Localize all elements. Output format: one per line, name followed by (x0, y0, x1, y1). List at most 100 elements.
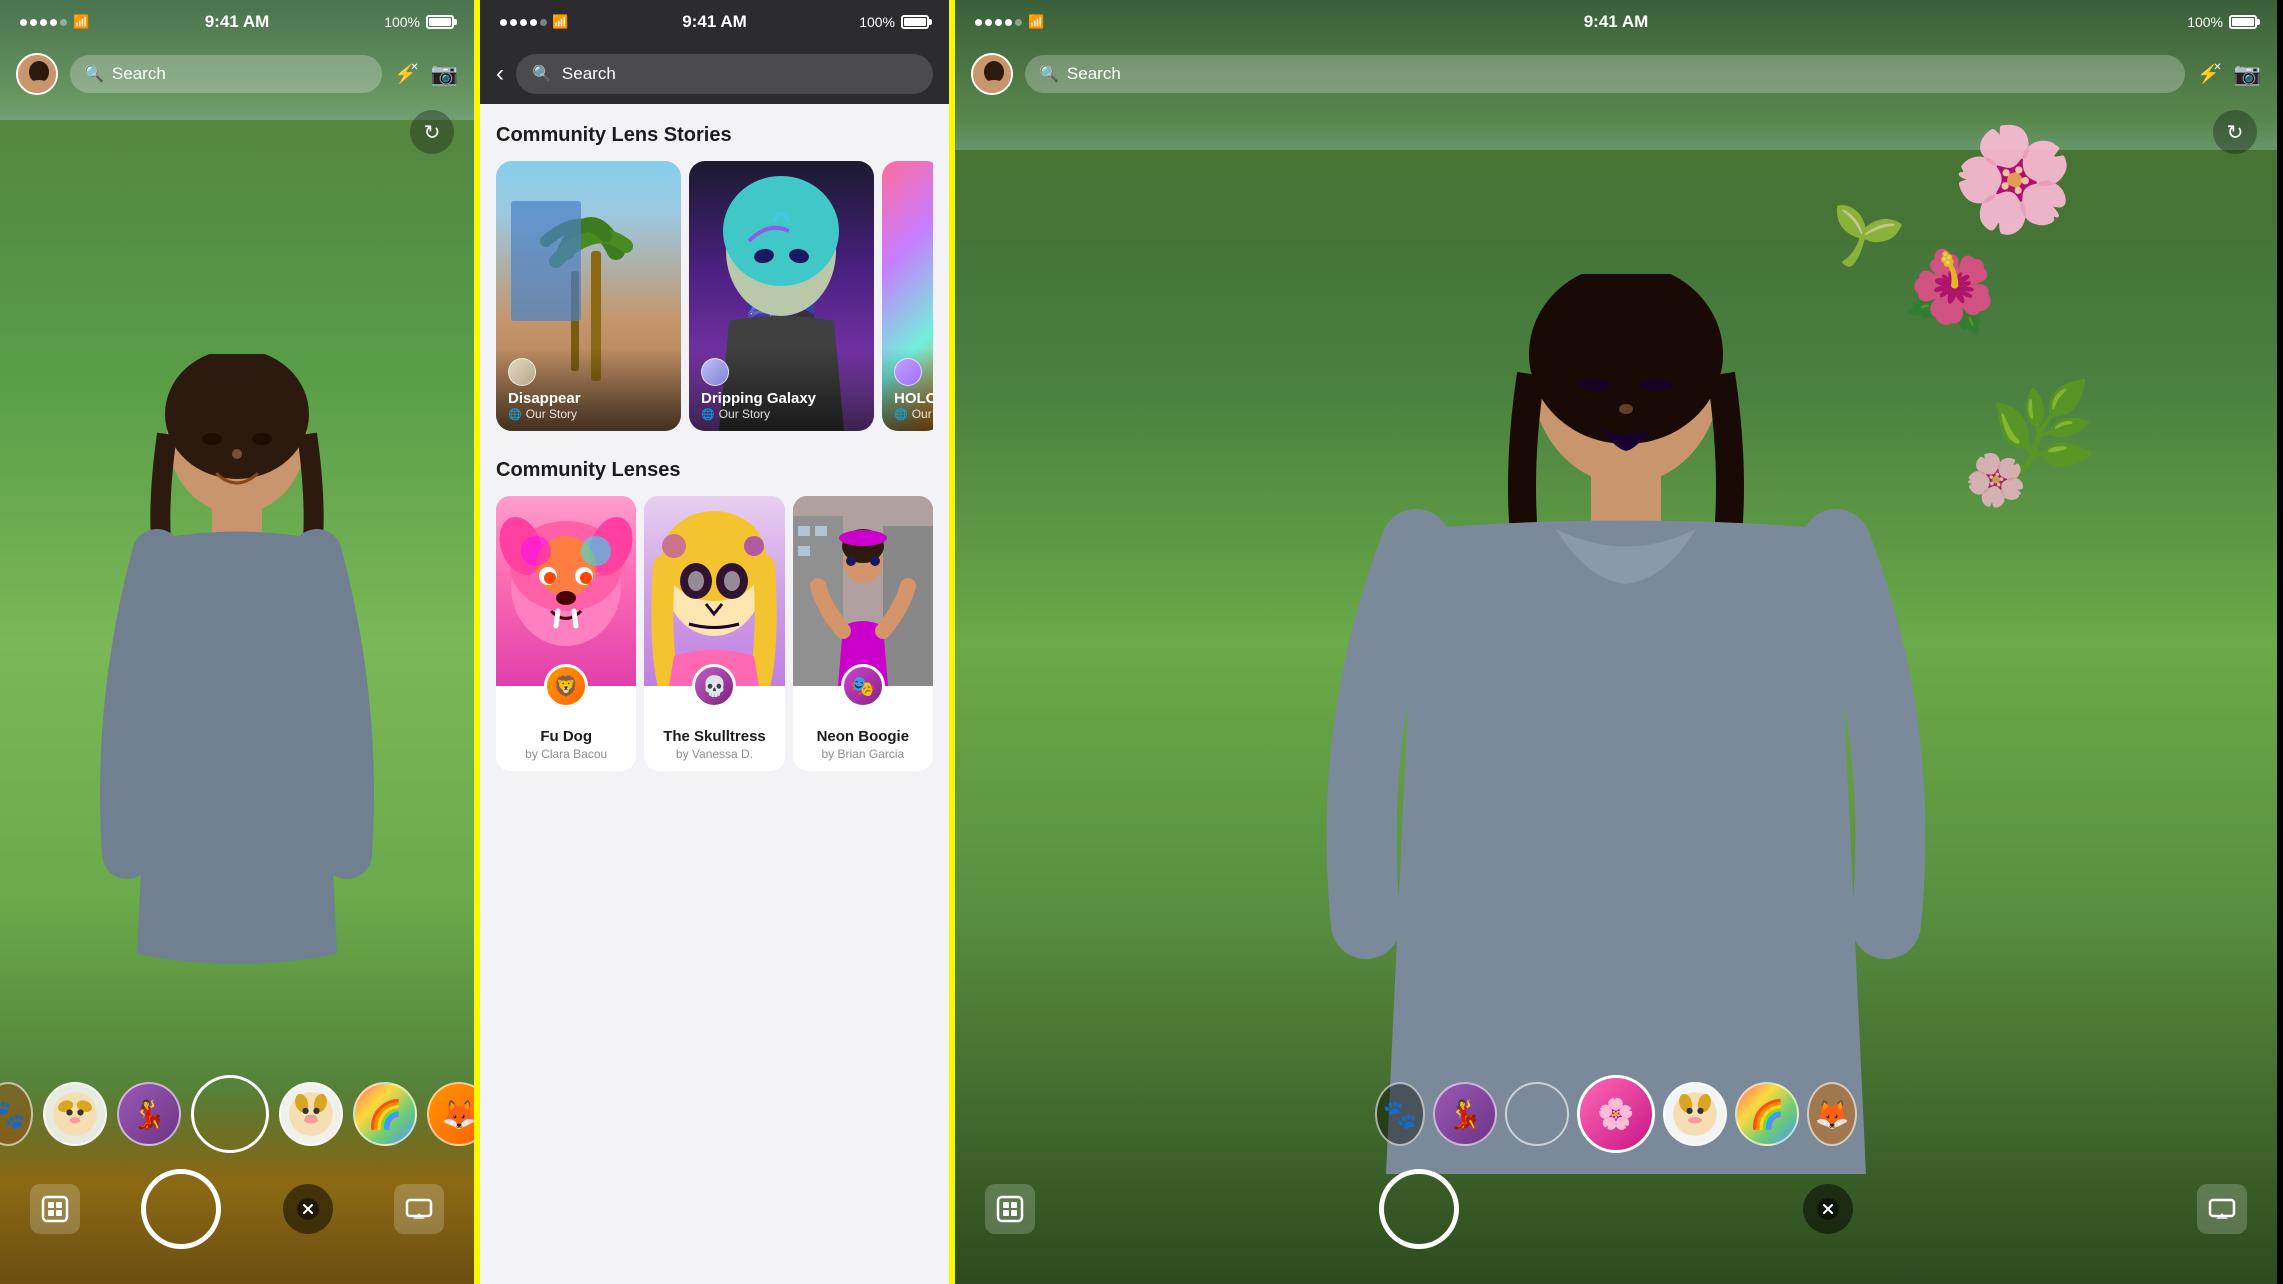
avatar-left[interactable] (16, 53, 58, 95)
chat-button-left[interactable] (394, 1184, 444, 1234)
flip-camera-icon-right[interactable]: 📷 (2234, 61, 2261, 87)
person-silhouette-right (1166, 274, 2066, 1174)
status-time-right: 9:41 AM (1584, 12, 1649, 32)
lens-partial-left-right[interactable]: 🐾 (1375, 1082, 1425, 1146)
battery-icon-middle (901, 15, 929, 29)
lens-purple-right[interactable]: 💃 (1433, 1082, 1497, 1146)
wifi-middle: 📶 (552, 14, 568, 30)
lens-item-purple-dance-left[interactable]: 💃 (117, 1082, 181, 1146)
close-icon-left (297, 1198, 319, 1220)
story-card-galaxy[interactable]: 🌌 (689, 161, 874, 431)
wifi-icon: 📶 (73, 14, 89, 30)
memories-button-right[interactable] (985, 1184, 1035, 1234)
lens-item-partial-left[interactable]: 🐾 (0, 1082, 33, 1146)
memories-button-left[interactable] (30, 1184, 80, 1234)
lens-card-skulltress[interactable]: 💀 The Skulltress by Vanessa D. (644, 496, 784, 771)
search-bar-left[interactable]: 🔍 Search (70, 55, 382, 93)
neon-boogie-name: Neon Boogie (817, 728, 910, 745)
skulltress-author: by Vanessa D. (676, 747, 753, 761)
fudog-avatar: 🦁 (544, 664, 588, 708)
memories-icon-right (996, 1195, 1024, 1223)
lenses-grid: 🦁 Fu Dog by Clara Bacou (496, 496, 933, 771)
story-card-disappear[interactable]: Disappear 🌐 Our Story (496, 161, 681, 431)
signal-right (975, 19, 1022, 26)
lens-item-rainbow-left[interactable]: 🌈 (353, 1082, 417, 1146)
flash-icon-left[interactable]: ⚡✕ (394, 64, 416, 85)
status-bar-right: 📶 9:41 AM 100% (955, 0, 2277, 44)
search-results-panel: 📶 9:41 AM 100% ‹ 🔍 Search Community Lens… (480, 0, 949, 1284)
skulltress-avatar: 💀 (692, 664, 736, 708)
story-card-overlay-disappear: Disappear 🌐 Our Story (496, 348, 681, 431)
story-source-holo: 🌐 Our (894, 407, 930, 421)
section-title-lenses: Community Lenses (496, 459, 933, 482)
globe-icon-galaxy: 🌐 (701, 408, 715, 421)
rotate-lens-button-right[interactable]: ↻ (2213, 110, 2257, 154)
lens-item-dog-snap-left[interactable] (279, 1082, 343, 1146)
rotate-lens-button-left[interactable]: ↻ (410, 110, 454, 154)
wifi-right: 📶 (1028, 14, 1044, 30)
lens-item-plain-active-left[interactable] (191, 1075, 269, 1153)
status-bar-left: 📶 9:41 AM 100% (0, 0, 474, 44)
status-time-left: 9:41 AM (205, 12, 270, 32)
chat-button-right[interactable] (2197, 1184, 2247, 1234)
status-bar-middle: 📶 9:41 AM 100% (480, 0, 949, 44)
battery-icon-right (2229, 15, 2257, 29)
status-left-right: 📶 (975, 14, 1044, 30)
close-icon-right (1817, 1198, 1839, 1220)
chat-icon-right (2208, 1195, 2236, 1223)
bottom-bar-right (955, 1164, 2277, 1284)
back-button-middle[interactable]: ‹ (496, 60, 504, 88)
lens-plain-right[interactable] (1505, 1082, 1569, 1146)
status-bar-left-section: 📶 (20, 14, 89, 30)
search-bar-right[interactable]: 🔍 Search (1025, 55, 2185, 93)
fudog-author: by Clara Bacou (525, 747, 607, 761)
search-icon-right: 🔍 (1039, 64, 1059, 84)
close-button-bottom-right[interactable] (1803, 1184, 1853, 1234)
lens-flower-active-right[interactable]: 🌸 (1577, 1075, 1655, 1153)
search-text-right: Search (1067, 64, 1121, 84)
neon-boogie-author: by Brian Garcia (821, 747, 904, 761)
content-area-middle: Community Lens Stories (480, 104, 949, 1284)
flash-icon-right[interactable]: ⚡✕ (2197, 64, 2219, 85)
story-name-galaxy: Dripping Galaxy (701, 390, 862, 407)
story-name-holo: HOLO (894, 390, 930, 407)
lens-rainbow-right[interactable]: 🌈 (1735, 1082, 1799, 1146)
fudog-preview (496, 496, 636, 686)
search-row-middle: ‹ 🔍 Search (480, 44, 949, 104)
search-icon-middle: 🔍 (532, 64, 552, 84)
top-bar-right: 🔍 Search ⚡✕ 📷 (955, 44, 2277, 104)
search-input-middle[interactable]: 🔍 Search (516, 54, 933, 94)
fudog-info: 🦁 Fu Dog by Clara Bacou (496, 686, 636, 771)
battery-text-middle: 100% (859, 14, 895, 30)
lens-card-fudog[interactable]: 🦁 Fu Dog by Clara Bacou (496, 496, 636, 771)
lens-item-fox-left[interactable]: 🦊 (427, 1082, 480, 1146)
memories-icon-left (41, 1195, 69, 1223)
fudog-name: Fu Dog (540, 728, 592, 745)
avatar-right[interactable] (971, 53, 1013, 95)
story-avatar-holo (894, 358, 922, 386)
close-button-bottom-left[interactable] (283, 1184, 333, 1234)
top-bar-left: 🔍 Search ⚡✕ 📷 (0, 44, 474, 104)
story-card-holo[interactable]: HOLO 🌐 Our (882, 161, 933, 431)
lens-partial-right-right[interactable]: 🦊 (1807, 1082, 1857, 1146)
neon-boogie-preview (793, 496, 933, 686)
signal-middle (500, 19, 547, 26)
story-avatar-disappear (508, 358, 536, 386)
lens-card-neon-boogie[interactable]: 🎭 Neon Boogie by Brian Garcia (793, 496, 933, 771)
status-right-right: 100% (2187, 14, 2257, 30)
search-icon-left: 🔍 (84, 64, 104, 84)
shutter-button-left[interactable] (141, 1169, 221, 1249)
shutter-button-right[interactable] (1379, 1169, 1459, 1249)
story-card-overlay-galaxy: Dripping Galaxy 🌐 Our Story (689, 348, 874, 431)
battery-text-right: 100% (2187, 14, 2223, 30)
lens-item-dog-left[interactable] (43, 1082, 107, 1146)
story-name-disappear: Disappear (508, 390, 669, 407)
search-placeholder-middle: Search (562, 64, 616, 84)
signal-strength (20, 19, 67, 26)
right-phone-screen: 🌸 🌺 🌿 🌱 🌸 📶 9:41 AM 100% (955, 0, 2277, 1284)
lens-dog-right[interactable] (1663, 1082, 1727, 1146)
skulltress-info: 💀 The Skulltress by Vanessa D. (644, 686, 784, 771)
flip-camera-icon-left[interactable]: 📷 (431, 61, 458, 87)
lens-carousel-right: 🐾 💃 🌸 🌈 🦊 (955, 1074, 2277, 1154)
section-title-stories: Community Lens Stories (496, 124, 933, 147)
